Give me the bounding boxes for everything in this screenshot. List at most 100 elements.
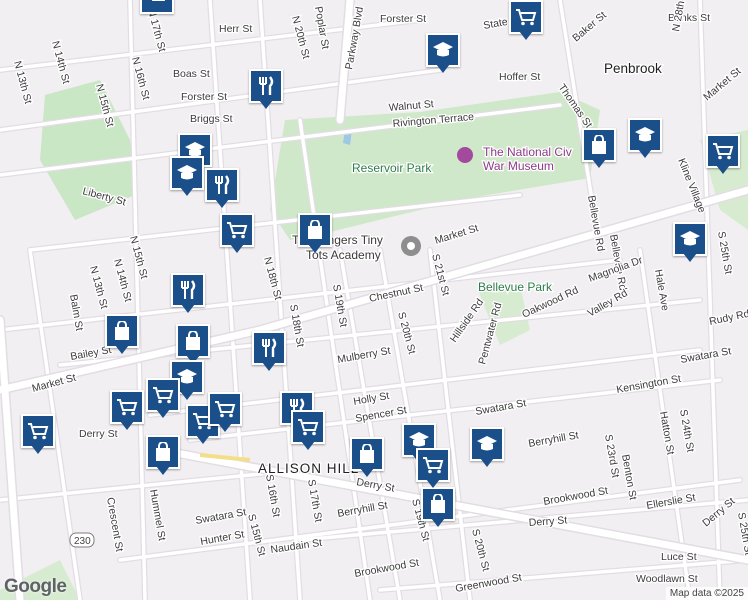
restaurant-marker[interactable] bbox=[249, 69, 283, 111]
shopping-bag-marker[interactable] bbox=[105, 314, 139, 356]
route-number: 230 bbox=[74, 536, 91, 547]
restaurant-marker[interactable] bbox=[205, 168, 239, 210]
street-brookwood-e: Brookwood St bbox=[542, 485, 609, 508]
street-s25: S 25th St bbox=[715, 230, 734, 275]
poi-museum-line1: The National Civ bbox=[483, 145, 572, 159]
restaurant-icon bbox=[205, 168, 239, 202]
shopping-bag-marker[interactable] bbox=[350, 437, 384, 479]
shopping-cart-marker[interactable] bbox=[291, 410, 325, 452]
shopping-bag-marker[interactable] bbox=[421, 487, 455, 529]
restaurant-marker[interactable] bbox=[252, 331, 286, 373]
shopping-cart-icon bbox=[291, 410, 325, 444]
street-s23: S 23rd St bbox=[602, 433, 621, 478]
street-s25b: S 25th St bbox=[735, 511, 748, 556]
shopping-bag-icon bbox=[350, 437, 384, 471]
street-valley: Valley Rd bbox=[586, 287, 630, 320]
street-hatton: Hatton St bbox=[657, 410, 676, 455]
shopping-cart-marker[interactable] bbox=[706, 134, 740, 176]
restaurant-icon bbox=[252, 331, 286, 365]
street-mulberry: Mulberry St bbox=[336, 345, 391, 366]
street-kensington: Kensington St bbox=[615, 373, 682, 396]
shopping-bag-icon bbox=[105, 314, 139, 348]
street-n14b: N 14th St bbox=[111, 258, 134, 303]
map-canvas[interactable]: Penbrook ALLISON HILL Kline Village Rese… bbox=[0, 0, 748, 600]
street-luce: Luce St bbox=[661, 551, 697, 563]
street-swatara-e: Swatara St bbox=[679, 345, 732, 366]
school-marker[interactable] bbox=[426, 33, 460, 75]
school-icon bbox=[628, 118, 662, 152]
street-berryhill-e: Berryhill St bbox=[527, 429, 579, 450]
street-boas: Boas St bbox=[173, 68, 210, 80]
school-icon bbox=[470, 427, 504, 461]
street-bellevue: Bellevue Rd bbox=[585, 194, 607, 252]
street-balm: Balm St bbox=[67, 293, 85, 331]
school-marker[interactable] bbox=[673, 222, 707, 264]
shopping-cart-marker[interactable] bbox=[21, 414, 55, 456]
shopping-cart-marker[interactable] bbox=[509, 0, 543, 42]
street-herr: Herr St bbox=[219, 23, 252, 35]
shopping-bag-icon bbox=[298, 213, 332, 247]
school-icon bbox=[170, 156, 204, 190]
shopping-cart-icon bbox=[146, 378, 180, 412]
shopping-cart-marker[interactable] bbox=[146, 378, 180, 420]
school-icon bbox=[673, 222, 707, 256]
school-marker[interactable] bbox=[470, 427, 504, 469]
street-s24: S 24th St bbox=[677, 408, 696, 453]
shopping-bag-marker[interactable] bbox=[298, 213, 332, 255]
shopping-cart-marker[interactable] bbox=[208, 392, 242, 434]
shopping-bag-marker[interactable] bbox=[582, 128, 616, 170]
map-base: Penbrook ALLISON HILL Kline Village Rese… bbox=[0, 0, 748, 600]
shopping-bag-icon bbox=[582, 128, 616, 162]
school-icon bbox=[426, 33, 460, 67]
shopping-cart-marker[interactable] bbox=[220, 213, 254, 255]
street-spencer: Spencer St bbox=[354, 404, 407, 425]
street-n15b: N 15th St bbox=[127, 235, 150, 280]
shopping-cart-icon bbox=[140, 0, 174, 14]
shopping-cart-icon bbox=[220, 213, 254, 247]
shopping-cart-icon bbox=[416, 448, 450, 482]
street-s20b: S 20th St bbox=[469, 528, 492, 573]
street-forster-w: Forster St bbox=[181, 91, 227, 103]
map-attribution[interactable]: Map data ©2025 bbox=[665, 587, 748, 600]
academy-pin-dot-icon bbox=[407, 242, 415, 250]
shopping-bag-marker[interactable] bbox=[146, 435, 180, 477]
street-hoffer: Hoffer St bbox=[499, 71, 540, 83]
school-marker[interactable] bbox=[628, 118, 662, 160]
street-hummel: Hummel St bbox=[147, 488, 168, 541]
street-n13b: N 13th St bbox=[87, 265, 110, 310]
park-reservoir: Reservoir Park bbox=[352, 161, 432, 175]
shopping-cart-icon bbox=[110, 390, 144, 424]
restaurant-icon bbox=[171, 273, 205, 307]
shopping-cart-icon bbox=[21, 414, 55, 448]
shopping-bag-icon bbox=[421, 487, 455, 521]
shopping-cart-marker[interactable] bbox=[416, 448, 450, 490]
school-marker[interactable] bbox=[170, 156, 204, 198]
street-woodlawn: Woodlawn St bbox=[636, 573, 698, 585]
shopping-cart-icon bbox=[509, 0, 543, 34]
street-s16: S 16th St bbox=[263, 473, 282, 518]
street-berryhill-w: Berryhill St bbox=[336, 499, 388, 520]
restaurant-icon bbox=[249, 69, 283, 103]
street-swatara-mid: Swatara St bbox=[474, 397, 527, 418]
restaurant-marker[interactable] bbox=[171, 273, 205, 315]
shopping-cart-marker[interactable] bbox=[110, 390, 144, 432]
museum-pin-icon[interactable] bbox=[457, 147, 473, 163]
street-swatara-w: Swatara St bbox=[194, 506, 247, 527]
shopping-cart-icon bbox=[208, 392, 242, 426]
place-penbrook: Penbrook bbox=[604, 61, 662, 76]
park-bellevue: Bellevue Park bbox=[478, 280, 553, 294]
street-briggs: Briggs St bbox=[190, 113, 233, 125]
street-rudy: Rudy Rd bbox=[708, 308, 748, 328]
street-market-e: Market St bbox=[433, 222, 480, 247]
street-forster-e: Forster St bbox=[380, 13, 426, 25]
street-crescent: Crescent St bbox=[104, 496, 125, 552]
street-baker: Baker St bbox=[570, 9, 609, 44]
street-poplar: Poplar St bbox=[312, 5, 331, 50]
shopping-bag-icon bbox=[176, 324, 210, 358]
shopping-cart-icon bbox=[706, 134, 740, 168]
google-logo: Google bbox=[4, 576, 67, 597]
poi-museum-line2: War Museum bbox=[483, 159, 554, 173]
shopping-bag-icon bbox=[146, 435, 180, 469]
street-market-ne: Market St bbox=[701, 65, 743, 103]
shopping-cart-marker[interactable] bbox=[140, 0, 174, 15]
